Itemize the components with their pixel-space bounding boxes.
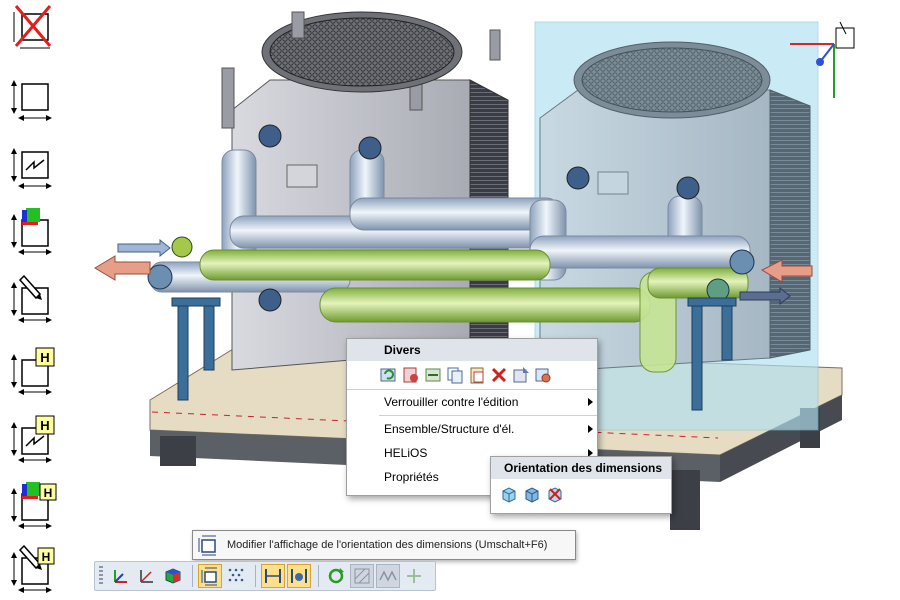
copy-icon[interactable]: [445, 365, 465, 385]
dimension-span-icon: [265, 569, 281, 583]
dimension-orientation-colored-icon[interactable]: [6, 206, 58, 262]
dimension-icon[interactable]: [423, 365, 443, 385]
orientation-cube-alt-icon[interactable]: [522, 484, 542, 504]
dimension-orientation-toggle-icon: [198, 535, 216, 556]
shaded-view-button[interactable]: [161, 564, 185, 588]
dimension-orientation-icon[interactable]: [6, 72, 58, 128]
dimension-orientation-button[interactable]: [198, 564, 222, 588]
helios-badge: H: [42, 550, 51, 564]
coordinate-system-button[interactable]: [109, 564, 133, 588]
helios-badge: H: [40, 418, 49, 433]
dimension-element-icon: [291, 569, 307, 583]
context-menu-icon-row: [347, 361, 597, 390]
context-menu-header: Divers: [347, 339, 597, 361]
submenu-arrow-icon: [588, 398, 593, 406]
coordinate-system-icon: [114, 570, 127, 583]
orientation-reset-icon[interactable]: [545, 484, 565, 504]
dimension-orientation-helios-colored-icon[interactable]: H: [6, 480, 58, 536]
tooltip: Modifier l'affichage de l'orientation de…: [192, 530, 576, 560]
export-icon[interactable]: [511, 365, 531, 385]
hatch-button[interactable]: [350, 564, 374, 588]
dimension-orientation-helios-edit-icon[interactable]: H: [6, 544, 58, 600]
toolbar-separator: [318, 565, 319, 587]
regenerate-button[interactable]: [324, 564, 348, 588]
points-button[interactable]: [224, 564, 248, 588]
menu-item-lock-editing[interactable]: Verrouiller contre l'édition: [347, 390, 597, 414]
submenu-arrow-icon: [588, 425, 593, 433]
helios-badge: H: [40, 350, 49, 365]
move-icon: [407, 569, 421, 583]
helios-badge: H: [44, 486, 53, 500]
menu-item-assembly-structure[interactable]: Ensemble/Structure d'él.: [347, 417, 597, 441]
regenerate-icon: [328, 568, 344, 584]
dimension-orientation-toggle-icon: [201, 567, 217, 586]
move-button[interactable]: [402, 564, 426, 588]
hide-dimension-orientation-icon[interactable]: [6, 2, 58, 58]
toolbar-grip[interactable]: [99, 566, 103, 586]
curve-icon: [379, 570, 397, 582]
dimension-orientation-edit-icon[interactable]: [6, 274, 58, 330]
configure-icon[interactable]: [401, 365, 421, 385]
points-icon: [228, 568, 244, 582]
toolbar-separator: [255, 565, 256, 587]
hatch-icon: [354, 568, 370, 584]
settings-icon[interactable]: [533, 365, 553, 385]
dimension-span-button[interactable]: [261, 564, 285, 588]
curve-button[interactable]: [376, 564, 400, 588]
shaded-cube-icon: [165, 568, 181, 584]
paste-icon[interactable]: [467, 365, 487, 385]
orientation-cube-icon[interactable]: [499, 484, 519, 504]
dimension-orientation-helios-section-icon[interactable]: H: [6, 414, 58, 470]
delete-icon[interactable]: [489, 365, 509, 385]
tooltip-text: Modifier l'affichage de l'orientation de…: [227, 539, 548, 551]
dimension-element-button[interactable]: [287, 564, 311, 588]
axis-icon: [140, 570, 153, 583]
submenu-icon-row: [491, 479, 671, 509]
refresh-icon[interactable]: [379, 365, 399, 385]
menu-separator: [379, 415, 597, 416]
toolbar-separator: [192, 565, 193, 587]
axis-button[interactable]: [135, 564, 159, 588]
dimension-orientation-submenu: Orientation des dimensions: [490, 456, 672, 514]
cad-viewport[interactable]: [0, 0, 900, 600]
dimension-orientation-helios-icon[interactable]: H: [6, 346, 58, 402]
dimension-orientation-section-icon[interactable]: [6, 140, 58, 196]
submenu-header: Orientation des dimensions: [491, 457, 671, 479]
view-toolbar: [94, 561, 436, 591]
dimension-orientation-icon-column: H H H H: [6, 2, 58, 600]
